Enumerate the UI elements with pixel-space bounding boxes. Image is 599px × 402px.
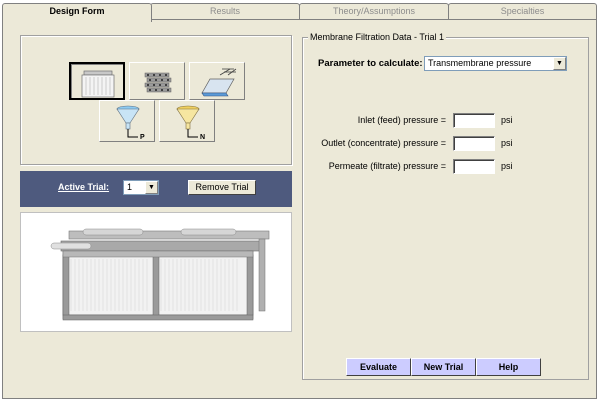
hollow-fiber-button[interactable] [129,62,185,100]
evaluate-button[interactable]: Evaluate [346,358,411,376]
active-trial-value: 1 [127,182,133,192]
hollow-fiber-bundle-icon [144,72,172,93]
parameter-select[interactable]: Transmembrane pressure ▼ [424,56,567,71]
active-trial-label: Active Trial: [58,182,110,192]
permeate-pressure-label: Permeate (filtrate) pressure = [328,161,446,171]
funnel-n-icon: N [176,105,205,141]
tab-strip: Results Theory/Assumptions Specialties D… [2,3,597,22]
chevron-down-icon[interactable]: ▼ [145,181,158,194]
active-trial-select[interactable]: 1 ▼ [123,180,159,195]
remove-trial-button[interactable]: Remove Trial [188,180,256,195]
inlet-pressure-unit: psi [501,115,513,125]
membrane-filtration-group: Membrane Filtration Data - Trial 1 Param… [302,32,589,380]
help-button[interactable]: Help [476,358,541,376]
inlet-pressure-label: Inlet (feed) pressure = [357,115,446,125]
outlet-pressure-label: Outlet (concentrate) pressure = [321,138,446,148]
group-title: Membrane Filtration Data - Trial 1 [308,32,447,42]
membrane-illustration [20,212,292,332]
funnel-n-label: N [200,134,205,141]
spray-tank-button[interactable] [189,62,245,100]
funnel-p-button[interactable]: P [99,100,155,142]
funnel-p-label: P [140,134,145,141]
tab-specialties[interactable]: Specialties [448,3,597,20]
parameter-label: Parameter to calculate: [318,58,423,69]
tab-theory-assumptions[interactable]: Theory/Assumptions [299,3,449,20]
membrane-module-icon [81,70,115,98]
module-selector-box: P N [20,35,292,165]
permeate-pressure-input[interactable] [453,159,495,174]
new-trial-button[interactable]: New Trial [411,358,476,376]
membrane-module-button[interactable] [69,62,125,100]
inlet-pressure-input[interactable] [453,113,495,128]
active-trial-bar: Active Trial: 1 ▼ Remove Trial [20,171,292,207]
spray-tank-icon [201,68,237,97]
tab-results[interactable]: Results [150,3,300,20]
funnel-p-icon: P [116,105,145,141]
tab-design-form[interactable]: Design Form [2,3,152,22]
parameter-value: Transmembrane pressure [428,58,532,68]
outlet-pressure-unit: psi [501,138,513,148]
design-form-panel: P N Active Trial: 1 ▼ Remove Trial Membr… [2,19,597,399]
outlet-pressure-input[interactable] [453,136,495,151]
membrane-unit-image [50,228,270,321]
chevron-down-icon[interactable]: ▼ [553,57,566,70]
permeate-pressure-unit: psi [501,161,513,171]
funnel-n-button[interactable]: N [159,100,215,142]
